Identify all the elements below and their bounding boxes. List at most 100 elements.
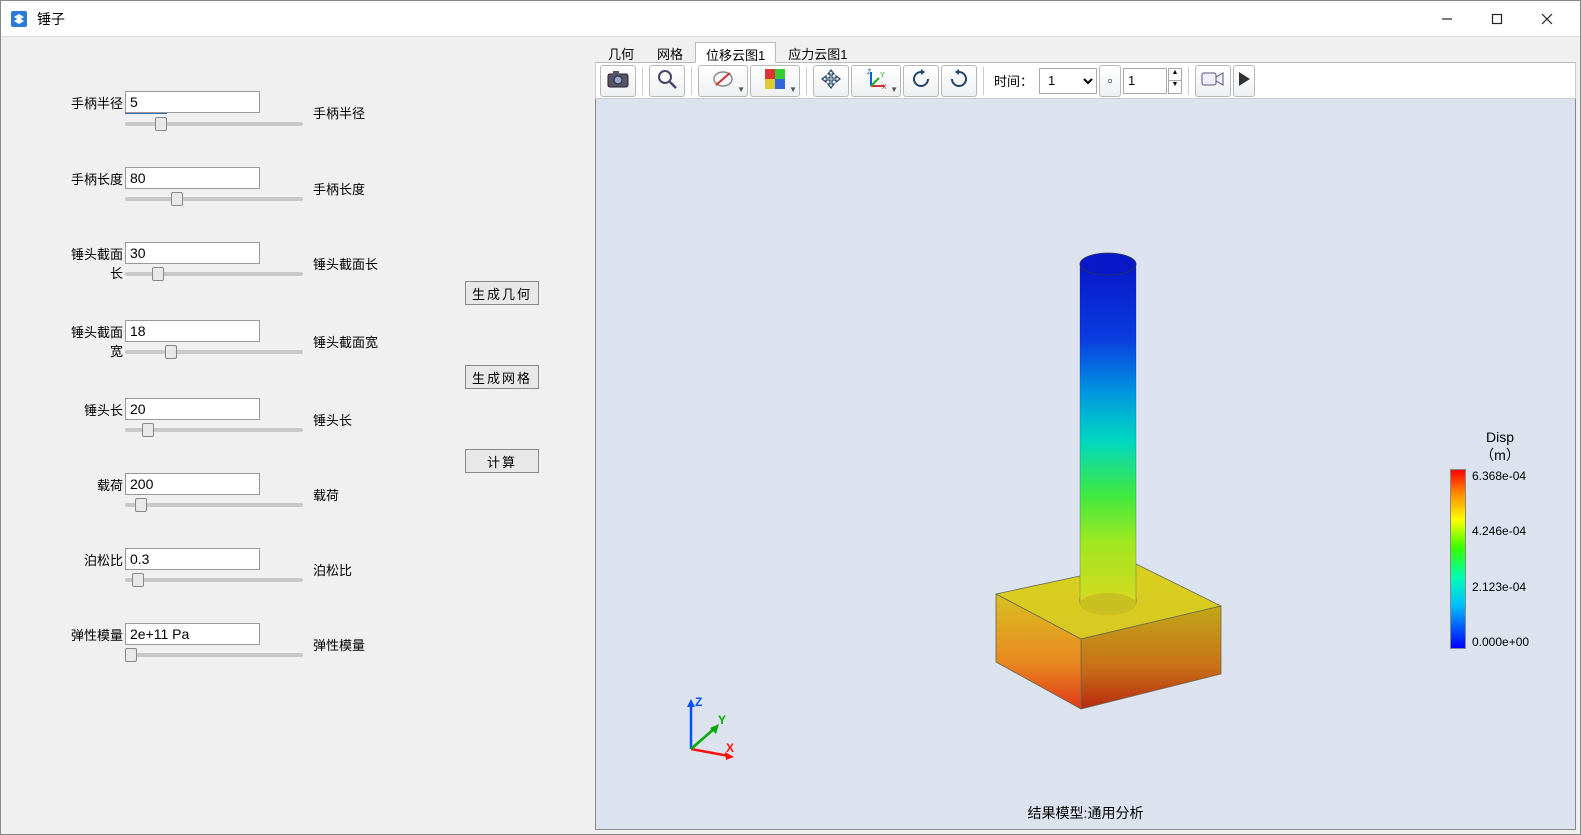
rotate-cw-icon <box>910 68 932 93</box>
head-section-length-slider[interactable] <box>125 272 303 276</box>
head-length-input[interactable] <box>125 398 260 420</box>
rotate-cw-button[interactable] <box>903 65 939 97</box>
time-label: 时间： <box>994 71 1033 90</box>
svg-text:X: X <box>882 84 887 90</box>
legend-colorbar <box>1450 469 1466 649</box>
viewport-3d[interactable]: Z Y X Disp （m） 6.368e-04 4.246e-04 2.123… <box>595 99 1576 830</box>
parameter-panel: 手柄半径 手柄半径 手柄长度 手柄长度 锤头截面长 <box>5 41 595 830</box>
zoom-button[interactable] <box>649 65 685 97</box>
colormap-button[interactable]: ▼ <box>750 65 800 97</box>
chevron-down-icon: ▼ <box>789 85 797 94</box>
time-select[interactable]: 1 <box>1039 68 1097 94</box>
param-row-young-modulus: 弹性模量 弹性模量 <box>65 623 575 660</box>
frame-up-button[interactable]: ▲ <box>1168 68 1182 81</box>
param-label: 载荷 <box>65 473 125 494</box>
pan-button[interactable] <box>813 65 849 97</box>
generate-geometry-button[interactable]: 生成几何 <box>465 281 539 305</box>
param-label2: 载荷 <box>313 473 339 504</box>
param-label2: 锤头长 <box>313 398 352 429</box>
load-slider[interactable] <box>125 503 303 507</box>
head-section-width-input[interactable] <box>125 320 260 342</box>
close-button[interactable] <box>1522 3 1572 35</box>
head-section-length-input[interactable] <box>125 242 260 264</box>
play-icon <box>1237 71 1251 90</box>
frame-input[interactable] <box>1123 68 1167 94</box>
erase-button[interactable]: ▼ <box>698 65 748 97</box>
handle-radius-input[interactable] <box>125 91 260 113</box>
param-label2: 锤头截面宽 <box>313 320 378 351</box>
axes-button[interactable]: Z YX▼ <box>851 65 901 97</box>
param-label2: 手柄长度 <box>313 167 365 198</box>
handle-length-input[interactable] <box>125 167 260 189</box>
param-label: 弹性模量 <box>65 623 125 644</box>
chevron-down-icon: ▼ <box>890 85 898 94</box>
tab-bar: 几何 网格 位移云图1 应力云图1 <box>595 41 1576 63</box>
skip-end-icon: ▫ <box>1108 73 1113 88</box>
tab-mesh[interactable]: 网格 <box>646 41 694 62</box>
rotate-ccw-button[interactable] <box>941 65 977 97</box>
svg-text:Y: Y <box>718 713 726 727</box>
viewer-toolbar: ▼ ▼ ZYX▼ 时间： 1 ▫ ▲ ▼ <box>595 63 1576 99</box>
handle-length-slider[interactable] <box>125 197 303 201</box>
screenshot-button[interactable] <box>600 65 636 97</box>
param-label: 手柄半径 <box>65 91 125 112</box>
play-button[interactable] <box>1233 65 1255 97</box>
color-legend: Disp （m） 6.368e-04 4.246e-04 2.123e-04 0… <box>1450 429 1550 649</box>
colormap-icon <box>765 69 785 92</box>
param-label: 手柄长度 <box>65 167 125 188</box>
param-row-load: 载荷 载荷 <box>65 473 575 510</box>
head-section-width-slider[interactable] <box>125 350 303 354</box>
app-window: 锤子 手柄半径 手柄半径 手柄长度 <box>0 0 1581 835</box>
legend-unit: （m） <box>1450 445 1550 465</box>
param-row-handle-length: 手柄长度 手柄长度 <box>65 167 575 204</box>
tab-displacement[interactable]: 位移云图1 <box>695 42 776 63</box>
action-column: 生成几何 生成网格 计算 <box>465 281 539 473</box>
camera-icon <box>607 70 629 91</box>
legend-tick: 4.246e-04 <box>1472 524 1529 538</box>
erase-icon <box>712 69 734 92</box>
axes-icon: Z YX <box>865 68 887 93</box>
rotate-ccw-icon <box>948 68 970 93</box>
load-input[interactable] <box>125 473 260 495</box>
handle-radius-slider[interactable] <box>125 122 303 126</box>
poisson-input[interactable] <box>125 548 260 570</box>
legend-tick: 2.123e-04 <box>1472 580 1529 594</box>
compute-button[interactable]: 计算 <box>465 449 539 473</box>
generate-mesh-button[interactable]: 生成网格 <box>465 365 539 389</box>
young-modulus-slider[interactable] <box>125 653 303 657</box>
param-label2: 泊松比 <box>313 548 352 579</box>
param-label: 锤头长 <box>65 398 125 419</box>
record-button[interactable] <box>1195 65 1231 97</box>
maximize-button[interactable] <box>1472 3 1522 35</box>
minimize-button[interactable] <box>1422 3 1472 35</box>
svg-text:Z: Z <box>867 69 872 76</box>
magnifier-icon <box>656 68 678 93</box>
window-title: 锤子 <box>37 9 1422 29</box>
tab-geometry[interactable]: 几何 <box>597 41 645 62</box>
young-modulus-input[interactable] <box>125 623 260 645</box>
view-panel: 几何 网格 位移云图1 应力云图1 ▼ ▼ ZYX▼ 时间： 1 <box>595 41 1576 830</box>
move-icon <box>820 68 842 93</box>
param-label: 锤头截面长 <box>65 242 125 282</box>
param-row-poisson: 泊松比 泊松比 <box>65 548 575 585</box>
time-end-button[interactable]: ▫ <box>1099 65 1121 97</box>
app-icon <box>9 9 29 29</box>
legend-tick: 0.000e+00 <box>1472 635 1529 649</box>
head-length-slider[interactable] <box>125 428 303 432</box>
param-label2: 手柄半径 <box>313 91 365 122</box>
param-row-handle-radius: 手柄半径 手柄半径 <box>65 91 575 129</box>
frame-down-button[interactable]: ▼ <box>1168 81 1182 94</box>
tab-stress[interactable]: 应力云图1 <box>777 41 858 62</box>
svg-text:Z: Z <box>695 695 702 709</box>
param-label2: 锤头截面长 <box>313 242 378 273</box>
legend-tick: 6.368e-04 <box>1472 469 1529 483</box>
result-caption: 结果模型:通用分析 <box>1028 803 1144 823</box>
poisson-slider[interactable] <box>125 578 303 582</box>
app-body: 手柄半径 手柄半径 手柄长度 手柄长度 锤头截面长 <box>1 37 1580 834</box>
param-label: 锤头截面宽 <box>65 320 125 360</box>
model-hammer <box>886 214 1286 714</box>
svg-text:Y: Y <box>880 72 885 79</box>
window-controls <box>1422 3 1572 35</box>
svg-text:X: X <box>726 741 734 755</box>
axis-gizmo: Z Y X <box>671 694 741 764</box>
